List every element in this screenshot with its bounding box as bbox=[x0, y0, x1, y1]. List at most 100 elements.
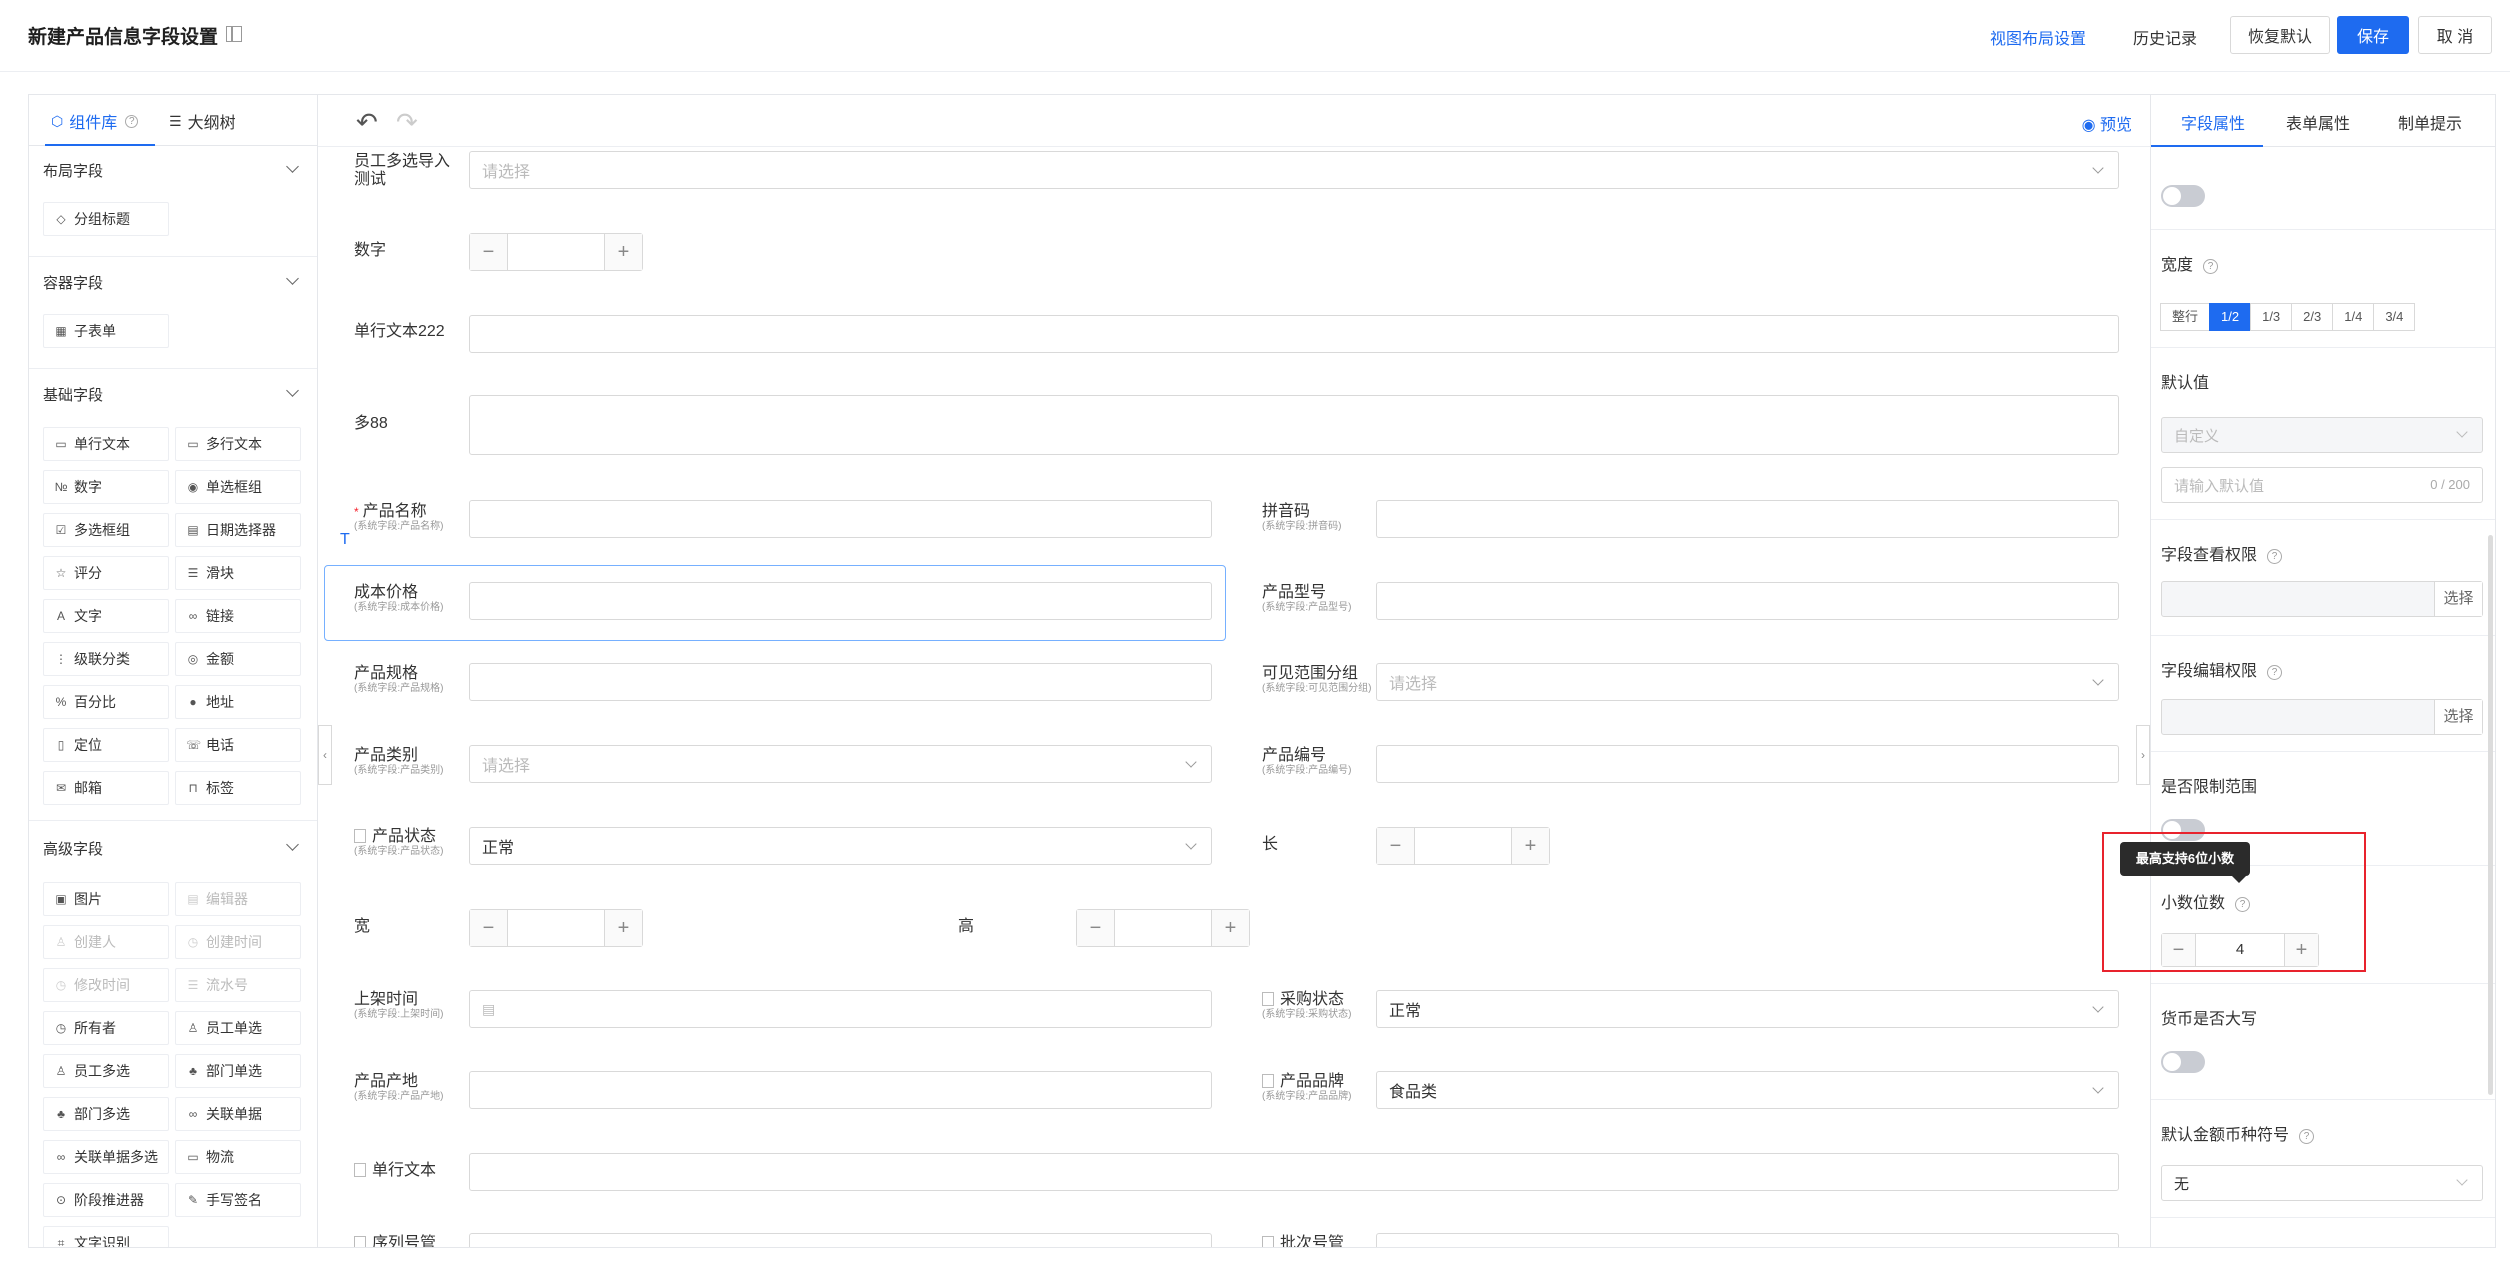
component-email[interactable]: ✉ 邮箱 bbox=[43, 771, 169, 805]
component-checkbox-group[interactable]: ☑ 多选框组 bbox=[43, 513, 169, 547]
minus-button[interactable]: − bbox=[1377, 828, 1415, 864]
reset-button[interactable]: 恢复默认 bbox=[2230, 16, 2330, 54]
width-option[interactable]: 2/3 bbox=[2291, 303, 2334, 331]
category-select[interactable]: 请选择 bbox=[469, 745, 1212, 783]
pinyin-input[interactable] bbox=[1376, 500, 2119, 538]
width-option[interactable]: 3/4 bbox=[2373, 303, 2416, 331]
component-multi-text[interactable]: ▭ 多行文本 bbox=[175, 427, 301, 461]
cost-price-input[interactable] bbox=[469, 582, 1212, 620]
spec-input[interactable] bbox=[469, 663, 1212, 701]
visible-group-select[interactable]: 请选择 bbox=[1376, 663, 2119, 701]
tab-form-hints[interactable]: 制单提示 bbox=[2398, 110, 2462, 134]
help-icon[interactable]: ? bbox=[2299, 1129, 2315, 1144]
view-permission-field[interactable]: 选择 bbox=[2161, 581, 2483, 617]
component-cascade[interactable]: ⋮ 级联分类 bbox=[43, 642, 169, 676]
component-number[interactable]: № 数字 bbox=[43, 470, 169, 504]
component-department-single[interactable]: ♣ 部门单选 bbox=[175, 1054, 301, 1088]
edit-permission-field[interactable]: 选择 bbox=[2161, 699, 2483, 735]
component-percent[interactable]: % 百分比 bbox=[43, 685, 169, 719]
component-related-doc-multi[interactable]: ∞ 关联单据多选 bbox=[43, 1140, 169, 1174]
employee-multi-select[interactable]: 请选择 bbox=[469, 151, 2119, 189]
single-text-input-2[interactable] bbox=[469, 1153, 2119, 1191]
scrollbar[interactable] bbox=[2488, 535, 2493, 1095]
component-owner[interactable]: ◷ 所有者 bbox=[43, 1011, 169, 1045]
plus-button[interactable]: + bbox=[1211, 910, 1249, 946]
undo-icon[interactable]: ↶ bbox=[356, 107, 378, 138]
preview-button[interactable]: ◉ 预览 bbox=[2082, 111, 2132, 135]
model-input[interactable] bbox=[1376, 582, 2119, 620]
collapse-left-handle[interactable]: ‹ bbox=[318, 725, 332, 785]
plus-button[interactable]: + bbox=[1511, 828, 1549, 864]
currency-symbol-select[interactable]: 无 bbox=[2161, 1165, 2483, 1201]
component-text[interactable]: A 文字 bbox=[43, 599, 169, 633]
help-icon[interactable]: ? bbox=[2203, 259, 2219, 274]
tab-outline-tree[interactable]: ☰ 大纲树 bbox=[169, 109, 236, 133]
minus-button[interactable]: − bbox=[470, 910, 508, 946]
stepper-value[interactable] bbox=[508, 234, 604, 270]
toggle-switch[interactable] bbox=[2161, 185, 2205, 207]
origin-input[interactable] bbox=[469, 1071, 1212, 1109]
help-icon[interactable]: ? bbox=[2267, 665, 2283, 680]
stepper-value[interactable] bbox=[508, 910, 604, 946]
redo-icon[interactable]: ↷ bbox=[396, 107, 418, 138]
default-value-input[interactable]: 请输入默认值 0 / 200 bbox=[2161, 467, 2483, 503]
width-option-selected[interactable]: 1/2 bbox=[2209, 303, 2252, 331]
tab-form-properties[interactable]: 表单属性 bbox=[2286, 110, 2350, 134]
collapse-right-handle[interactable]: › bbox=[2136, 725, 2150, 785]
tab-field-properties[interactable]: 字段属性 bbox=[2181, 110, 2245, 134]
height-stepper[interactable]: − + bbox=[1076, 909, 1250, 947]
width-option[interactable]: 1/3 bbox=[2250, 303, 2293, 331]
length-stepper[interactable]: − + bbox=[1376, 827, 1550, 865]
status-select[interactable]: 正常 bbox=[469, 827, 1212, 865]
stepper-value[interactable] bbox=[1115, 910, 1211, 946]
component-ocr[interactable]: ⌗ 文字识别 bbox=[43, 1226, 169, 1247]
save-button[interactable]: 保存 bbox=[2337, 16, 2409, 54]
code-input[interactable] bbox=[1376, 745, 2119, 783]
select-button[interactable]: 选择 bbox=[2434, 700, 2482, 734]
stepper-value[interactable] bbox=[1415, 828, 1511, 864]
component-image[interactable]: ▣ 图片 bbox=[43, 882, 169, 916]
component-group-title[interactable]: ◇ 分组标题 bbox=[43, 202, 169, 236]
tab-component-library[interactable]: ⬡ 组件库 ? bbox=[51, 109, 139, 133]
plus-button[interactable]: + bbox=[604, 910, 642, 946]
component-link[interactable]: ∞ 链接 bbox=[175, 599, 301, 633]
minus-button[interactable]: − bbox=[1077, 910, 1115, 946]
component-single-text[interactable]: ▭ 单行文本 bbox=[43, 427, 169, 461]
batch-input[interactable] bbox=[1376, 1233, 2119, 1247]
view-layout-link[interactable]: 视图布局设置 bbox=[1990, 25, 2086, 49]
purchase-status-select[interactable]: 正常 bbox=[1376, 990, 2119, 1028]
single-text-input[interactable] bbox=[469, 315, 2119, 353]
width-option[interactable]: 1/4 bbox=[2332, 303, 2375, 331]
serial-input[interactable] bbox=[469, 1233, 1212, 1247]
component-address[interactable]: ● 地址 bbox=[175, 685, 301, 719]
currency-uppercase-toggle[interactable] bbox=[2161, 1051, 2205, 1073]
component-signature[interactable]: ✎ 手写签名 bbox=[175, 1183, 301, 1217]
width-stepper[interactable]: − + bbox=[469, 909, 643, 947]
component-date-picker[interactable]: ▤ 日期选择器 bbox=[175, 513, 301, 547]
component-tag[interactable]: ⊓ 标签 bbox=[175, 771, 301, 805]
help-icon[interactable]: ? bbox=[2267, 549, 2283, 564]
history-link[interactable]: 历史记录 bbox=[2133, 25, 2197, 49]
layout-icon[interactable] bbox=[226, 26, 242, 42]
component-slider[interactable]: ☰ 滑块 bbox=[175, 556, 301, 590]
component-rating[interactable]: ☆ 评分 bbox=[43, 556, 169, 590]
component-department-multi[interactable]: ♣ 部门多选 bbox=[43, 1097, 169, 1131]
cancel-button[interactable]: 取 消 bbox=[2418, 16, 2492, 54]
default-mode-select[interactable]: 自定义 bbox=[2161, 417, 2483, 453]
component-logistics[interactable]: ▭ 物流 bbox=[175, 1140, 301, 1174]
component-location[interactable]: ▯ 定位 bbox=[43, 728, 169, 762]
shelf-time-picker[interactable]: ▤ bbox=[469, 990, 1212, 1028]
multi-text-area[interactable] bbox=[469, 395, 2119, 455]
width-option[interactable]: 整行 bbox=[2160, 303, 2211, 331]
product-name-input[interactable] bbox=[469, 500, 1212, 538]
group-advanced-header[interactable]: 高级字段 bbox=[29, 826, 317, 866]
brand-select[interactable]: 食品类 bbox=[1376, 1071, 2119, 1109]
component-amount[interactable]: ◎ 金额 bbox=[175, 642, 301, 676]
component-related-doc[interactable]: ∞ 关联单据 bbox=[175, 1097, 301, 1131]
group-layout-header[interactable]: 布局字段 bbox=[29, 150, 317, 190]
component-radio-group[interactable]: ◉ 单选框组 bbox=[175, 470, 301, 504]
component-subform[interactable]: ▦ 子表单 bbox=[43, 314, 169, 348]
component-employee-multi[interactable]: ♙ 员工多选 bbox=[43, 1054, 169, 1088]
group-container-header[interactable]: 容器字段 bbox=[29, 262, 317, 302]
component-phone[interactable]: ☏ 电话 bbox=[175, 728, 301, 762]
